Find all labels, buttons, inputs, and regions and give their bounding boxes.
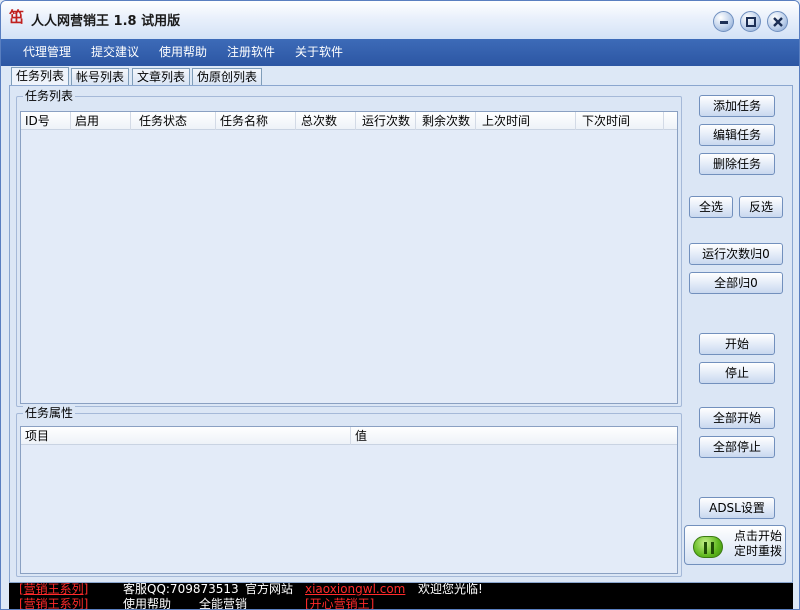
tab-strip: 任务列表 帐号列表 文章列表 伪原创列表: [1, 66, 799, 86]
menu-proxy-management[interactable]: 代理管理: [23, 39, 71, 66]
col-run-count[interactable]: 运行次数: [356, 112, 416, 130]
status-welcome: 欢迎您光临!: [418, 583, 483, 596]
menu-help[interactable]: 使用帮助: [159, 39, 207, 66]
col-total[interactable]: 总次数: [296, 112, 356, 130]
app-logo-icon: 笜: [9, 8, 25, 26]
add-task-button[interactable]: 添加任务: [699, 95, 775, 117]
task-props-header: 项目 值: [21, 427, 677, 445]
task-props-listview[interactable]: 项目 值: [20, 426, 678, 574]
delete-task-button[interactable]: 删除任务: [699, 153, 775, 175]
status-bar: [营销王系列] 客服QQ:709873513 官方网站 xiaoxiongwl.…: [9, 583, 793, 610]
task-list-header: ID号 启用 任务状态 任务名称 总次数 运行次数 剩余次数 上次时间 下次时间: [21, 112, 677, 130]
col-next-time[interactable]: 下次时间: [576, 112, 664, 130]
invert-selection-button[interactable]: 反选: [739, 196, 783, 218]
menu-register[interactable]: 注册软件: [227, 39, 275, 66]
status-website-label: 官方网站: [245, 583, 294, 596]
stop-all-button[interactable]: 全部停止: [699, 436, 775, 458]
tab-pseudo-original-list[interactable]: 伪原创列表: [192, 68, 263, 86]
status-website-link[interactable]: xiaoxiongwl.com: [305, 583, 405, 596]
minimize-button[interactable]: [713, 11, 734, 32]
task-props-group: 任务属性 项目 值: [16, 406, 682, 577]
close-icon: [768, 12, 787, 31]
main-window: 笜 人人网营销王 1.8 试用版 代理管理 提交建议 使用帮助 注册软件 关于软…: [0, 0, 800, 610]
redial-label-line2: 定时重拨: [733, 544, 782, 558]
maximize-icon: [741, 12, 760, 31]
window-title: 人人网营销王 1.8 试用版: [31, 14, 181, 29]
status-help: 使用帮助: [123, 597, 172, 610]
minimize-icon: [714, 12, 733, 31]
col-id[interactable]: ID号: [21, 112, 71, 130]
select-all-button[interactable]: 全选: [689, 196, 733, 218]
close-button[interactable]: [767, 11, 788, 32]
menu-bar: 代理管理 提交建议 使用帮助 注册软件 关于软件: [1, 39, 799, 66]
tab-task-list[interactable]: 任务列表: [11, 67, 70, 86]
menu-submit-suggestion[interactable]: 提交建议: [91, 39, 139, 66]
start-button[interactable]: 开始: [699, 333, 775, 355]
menu-about[interactable]: 关于软件: [295, 39, 343, 66]
stop-button[interactable]: 停止: [699, 362, 775, 384]
pause-icon: [693, 536, 723, 558]
task-listview[interactable]: ID号 启用 任务状态 任务名称 总次数 运行次数 剩余次数 上次时间 下次时间: [20, 111, 678, 404]
tab-content: 任务列表 ID号 启用 任务状态 任务名称 总次数 运行次数 剩余次数 上次时间…: [9, 85, 793, 583]
redial-label-line1: 点击开始: [733, 529, 782, 543]
task-list-title: 任务列表: [23, 89, 76, 103]
tab-article-list[interactable]: 文章列表: [132, 68, 191, 86]
reset-run-count-button[interactable]: 运行次数归0: [689, 243, 783, 265]
status-product-link[interactable]: [开心营销王]: [305, 597, 374, 609]
status-qq: 客服QQ:709873513: [123, 583, 239, 596]
title-bar[interactable]: 笜 人人网营销王 1.8 试用版: [1, 1, 799, 39]
col-remaining[interactable]: 剩余次数: [416, 112, 476, 130]
status-series-link[interactable]: [营销王系列]: [19, 583, 88, 596]
col-item[interactable]: 项目: [21, 427, 351, 445]
col-value[interactable]: 值: [351, 427, 679, 445]
col-enabled[interactable]: 启用: [71, 112, 131, 130]
edit-task-button[interactable]: 编辑任务: [699, 124, 775, 146]
task-list-group: 任务列表 ID号 启用 任务状态 任务名称 总次数 运行次数 剩余次数 上次时间…: [16, 89, 682, 407]
status-series-link-2[interactable]: [营销王系列]: [19, 597, 88, 609]
col-last-time[interactable]: 上次时间: [476, 112, 576, 130]
task-props-title: 任务属性: [23, 406, 76, 420]
adsl-settings-button[interactable]: ADSL设置: [699, 497, 775, 519]
maximize-button[interactable]: [740, 11, 761, 32]
status-marketing: 全能营销: [199, 597, 248, 610]
redial-label: 点击开始 定时重拨: [731, 529, 785, 559]
reset-all-button[interactable]: 全部归0: [689, 272, 783, 294]
tab-account-list[interactable]: 帐号列表: [71, 68, 130, 86]
col-status[interactable]: 任务状态: [131, 112, 216, 130]
scheduled-redial-button[interactable]: 点击开始 定时重拨: [684, 525, 786, 565]
start-all-button[interactable]: 全部开始: [699, 407, 775, 429]
col-name[interactable]: 任务名称: [216, 112, 296, 130]
